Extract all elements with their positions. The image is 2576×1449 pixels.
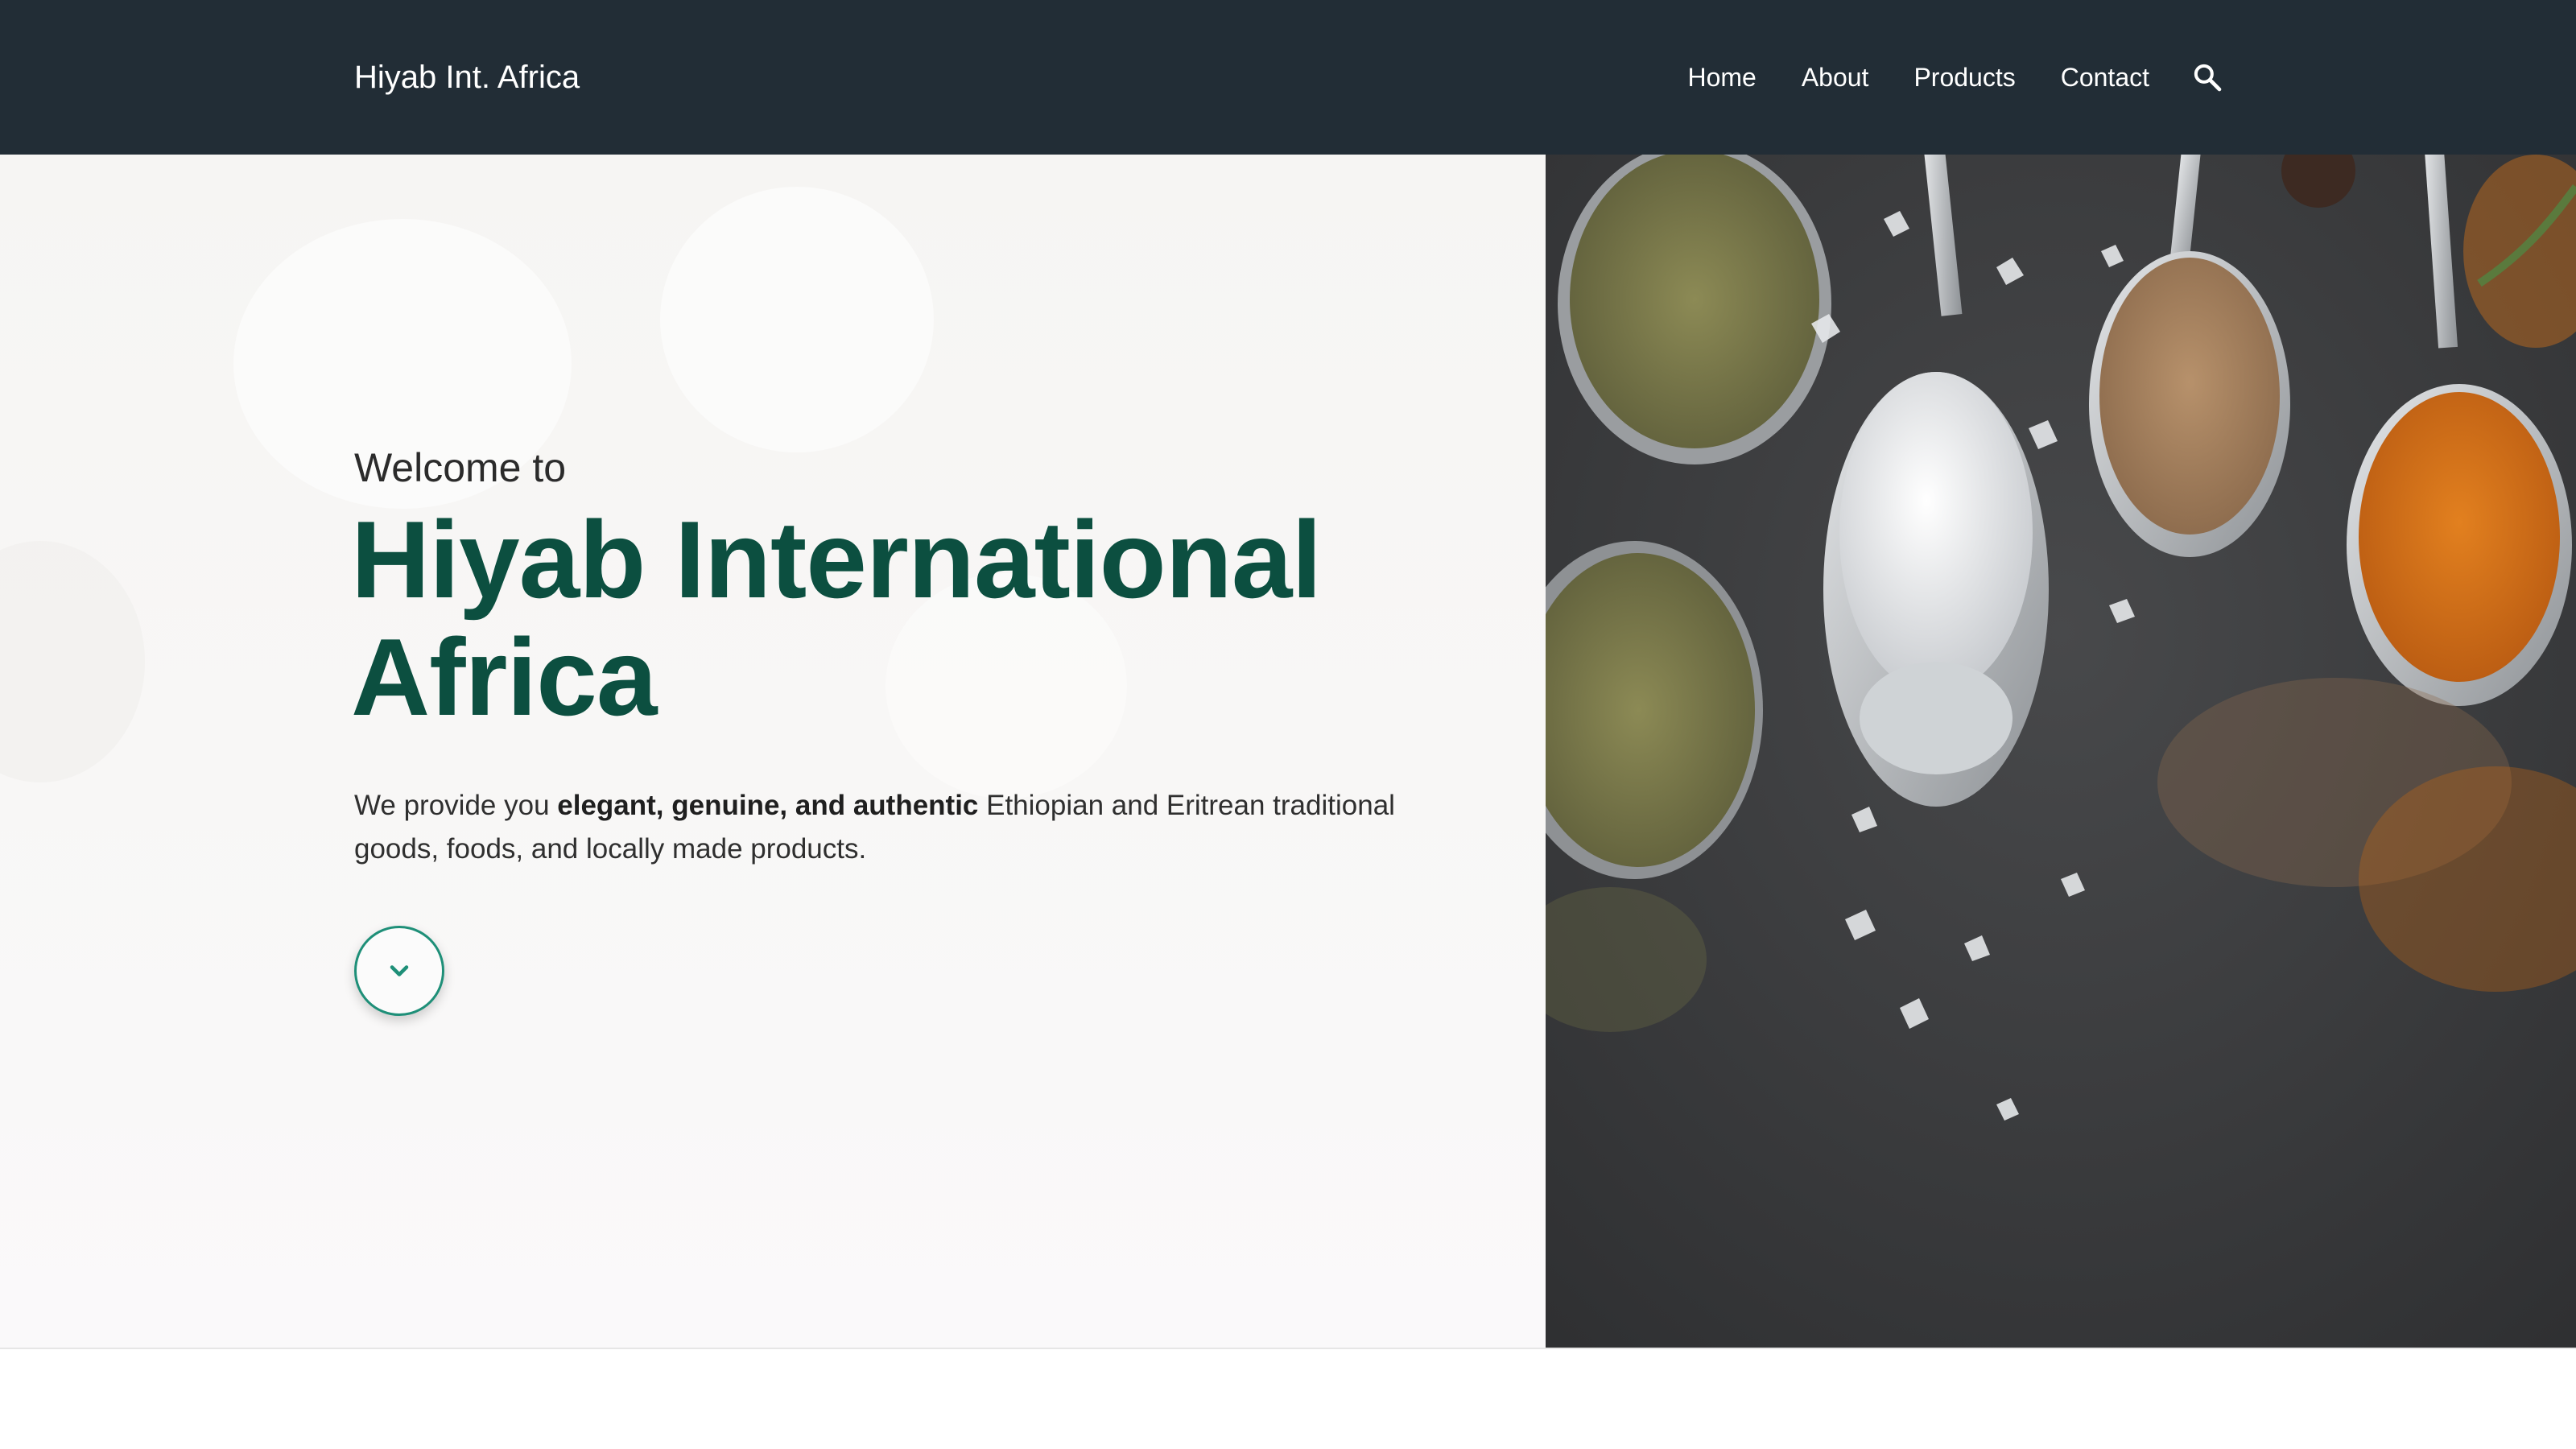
nav-products[interactable]: Products bbox=[1913, 52, 2015, 103]
hero-text-panel: Welcome to Hiyab International Africa We… bbox=[0, 155, 1546, 1348]
nav-contact[interactable]: Contact bbox=[2061, 52, 2149, 103]
chevron-down-icon bbox=[390, 965, 409, 976]
scroll-down-button[interactable] bbox=[354, 926, 444, 1016]
brand-logo-text[interactable]: Hiyab Int. Africa bbox=[354, 50, 580, 105]
top-navbar: Hiyab Int. Africa Home About Products Co… bbox=[0, 0, 2576, 155]
nav-home[interactable]: Home bbox=[1687, 52, 1756, 103]
hero-description-highlight: elegant, genuine, and authentic bbox=[557, 790, 979, 821]
below-hero-area bbox=[0, 1348, 2576, 1449]
search-icon[interactable] bbox=[2191, 61, 2223, 93]
hero-description-start: We provide you bbox=[354, 790, 558, 821]
nav-about[interactable]: About bbox=[1802, 52, 1869, 103]
hero-description: We provide you elegant, genuine, and aut… bbox=[354, 784, 1449, 871]
hero-spices-image bbox=[1546, 155, 2576, 1348]
welcome-text: Welcome to bbox=[354, 445, 567, 490]
hero-title: Hiyab International Africa bbox=[351, 498, 1322, 738]
main-nav: Home About Products Contact bbox=[1642, 52, 2223, 103]
hero-section: Welcome to Hiyab International Africa We… bbox=[0, 155, 2576, 1348]
